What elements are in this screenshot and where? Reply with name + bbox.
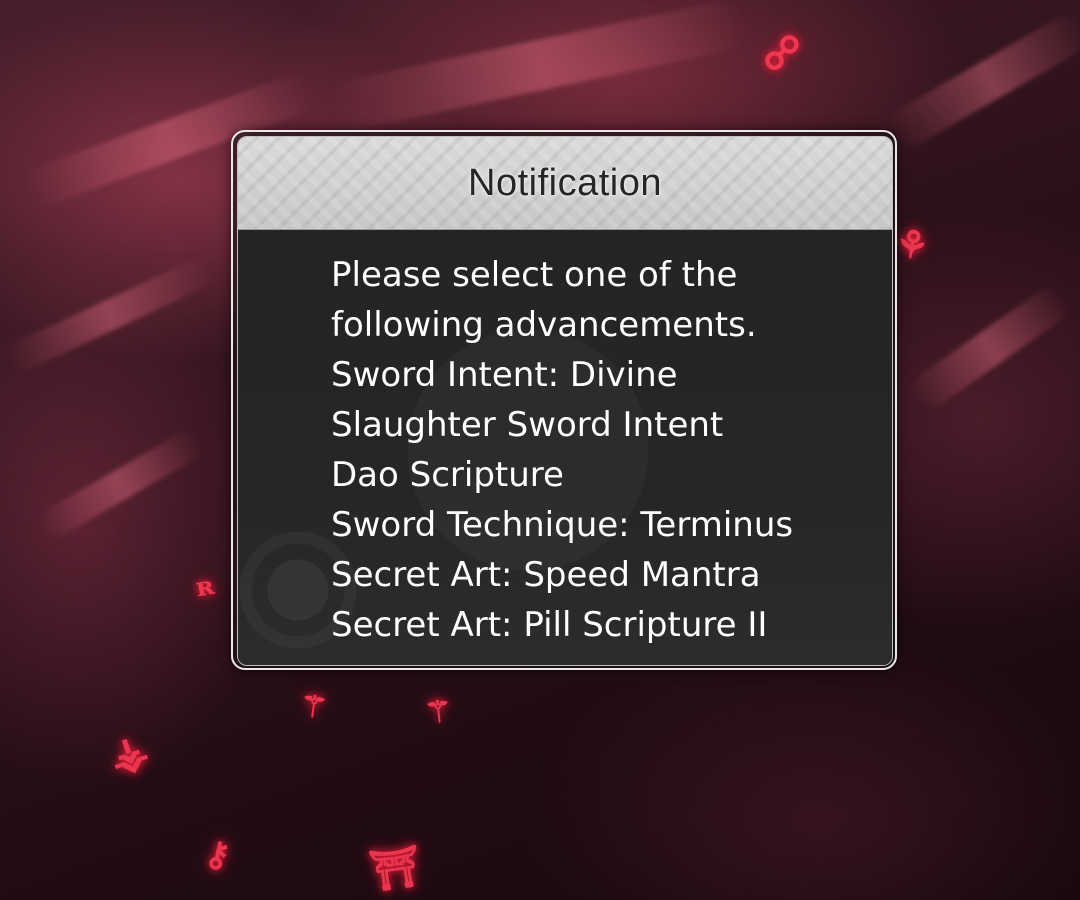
advancement-options-list: Sword Intent: Divine Slaughter Sword Int… (331, 350, 892, 650)
notification-dialog-frame: Notification Please select one of the fo… (237, 136, 893, 666)
prompt-line: Please select one of the (331, 255, 738, 295)
dialog-header: Notification (238, 137, 892, 230)
red-rune-glyph: ⚚ (297, 688, 330, 727)
red-rune-glyph: ⚶ (103, 723, 155, 784)
advancement-option-sword-intent[interactable]: Sword Intent: Divine Slaughter Sword Int… (331, 350, 892, 450)
advancement-option-line: Sword Intent: Divine (331, 355, 678, 395)
background-streak (329, 0, 751, 134)
advancement-option-speed-mantra[interactable]: Secret Art: Speed Mantra (331, 550, 892, 600)
advancement-option-line: Dao Scripture (331, 455, 564, 495)
red-rune-glyph: ʀ (193, 570, 217, 604)
background-streak (905, 281, 1075, 415)
advancement-option-line: Secret Art: Speed Mantra (331, 555, 761, 595)
dialog-body: Please select one of the following advan… (238, 230, 892, 665)
advancement-option-dao-scripture[interactable]: Dao Scripture (331, 450, 892, 500)
notification-dialog: Notification Please select one of the fo… (231, 130, 897, 670)
background-streak (34, 427, 206, 543)
red-rune-glyph: ⚚ (423, 693, 454, 732)
dialog-title: Notification (468, 161, 662, 204)
game-scene-background: ☍ ⚘ ʀ ⚚ ⚚ ⚶ ⚷ ⛩ Notification Please sele… (0, 0, 1080, 900)
red-rune-glyph: ☍ (756, 25, 808, 82)
advancement-option-line: Sword Technique: Terminus (331, 505, 794, 545)
background-streak (884, 7, 1080, 153)
background-streak (3, 254, 217, 376)
advancement-option-line: Secret Art: Pill Scripture II (331, 605, 768, 645)
red-rune-glyph: ⚘ (891, 219, 933, 270)
advancement-option-sword-technique[interactable]: Sword Technique: Terminus (331, 500, 892, 550)
advancement-option-pill-scripture[interactable]: Secret Art: Pill Scripture II (331, 600, 892, 650)
red-rune-glyph: ⛩ (366, 841, 424, 896)
advancement-option-line: Slaughter Sword Intent (331, 405, 724, 445)
prompt-line: following advancements. (331, 305, 757, 345)
red-rune-glyph: ⚷ (201, 832, 234, 878)
